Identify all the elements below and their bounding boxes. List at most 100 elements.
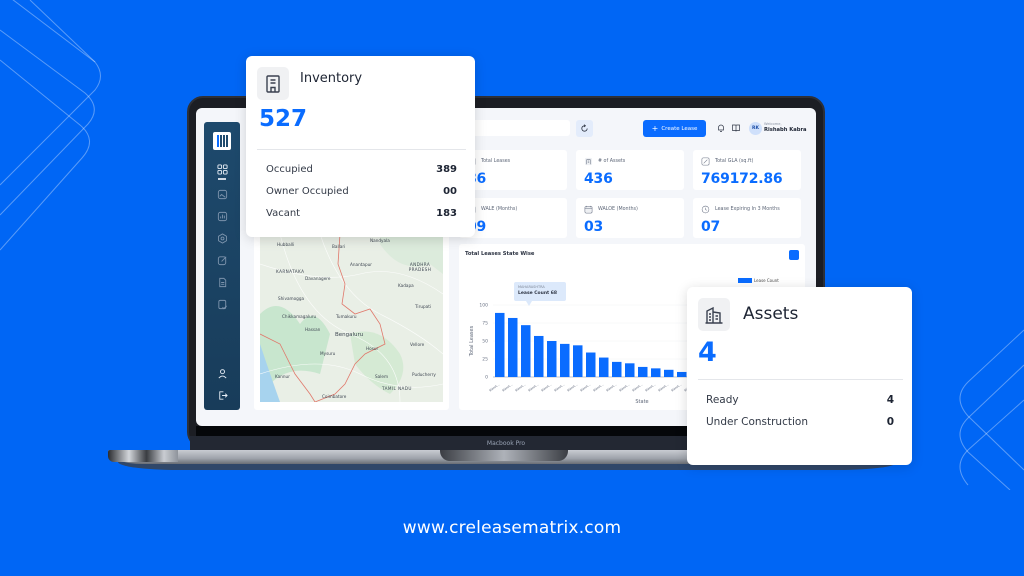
laptop-model-label: Macbook Pro [486, 439, 526, 447]
row-label: Occupied [266, 164, 313, 175]
row-label: Under Construction [706, 416, 808, 428]
assets-row-ready: Ready 4 [706, 394, 894, 406]
divider [698, 379, 903, 380]
kpi-total-leases[interactable]: Total Leases 86 [459, 150, 567, 190]
x-tick-label: MAHA... [514, 383, 526, 393]
map-label: Hassan [305, 327, 321, 332]
kpi-assets[interactable]: # of Assets 436 [576, 150, 684, 190]
chart-tooltip: MAHARASHTRA Lease Count 68 [514, 282, 566, 306]
book-icon[interactable] [731, 123, 741, 133]
map-label: Kannur [275, 374, 290, 379]
y-tick-label: 25 [482, 357, 488, 363]
edit-icon[interactable] [215, 254, 229, 268]
document-icon[interactable] [215, 276, 229, 290]
map-label: Davanagere [305, 276, 331, 281]
kpi-value: 07 [701, 219, 721, 235]
image-icon[interactable] [215, 188, 229, 202]
x-tick-label: MAHA... [670, 383, 682, 393]
kpi-wale[interactable]: WALE (Months) 09 [459, 198, 567, 238]
x-tick-label: MAHA... [527, 383, 539, 393]
office-building-icon [698, 298, 730, 331]
app-logo[interactable] [213, 132, 231, 150]
kpi-label: # of Assets [598, 159, 626, 164]
bar [651, 368, 661, 377]
row-value: 0 [886, 416, 894, 428]
x-tick-label: MAHA... [579, 383, 591, 393]
refresh-button[interactable] [576, 120, 593, 137]
y-tick-label: 50 [482, 339, 488, 345]
map-label: Shivamogga [278, 296, 305, 301]
assets-total: 4 [698, 337, 717, 368]
map-label: Nandyala [370, 238, 390, 243]
kpi-value: 769172.86 [701, 171, 783, 187]
refresh-icon [581, 124, 588, 132]
laptop-notch [440, 450, 568, 461]
bell-icon[interactable] [716, 123, 726, 133]
building-icon [257, 67, 289, 100]
map-label: Ballari [332, 244, 346, 249]
row-label: Vacant [266, 208, 301, 219]
x-tick-label: MAHA... [553, 383, 565, 393]
decorative-lines-left [0, 0, 101, 251]
y-tick-label: 0 [485, 375, 488, 381]
kpi-waloe[interactable]: WALOE (Months) 03 [576, 198, 684, 238]
website-url[interactable]: www.creleasematrix.com [0, 518, 1024, 538]
divider [257, 149, 466, 150]
map-label: Anantapur [350, 262, 372, 267]
map-label: Hosur [366, 346, 379, 351]
user-icon[interactable] [215, 366, 229, 380]
bar-chart-icon[interactable] [215, 210, 229, 224]
map-label: Bengaluru [335, 332, 364, 338]
kpi-lease-expiring[interactable]: Lease Expiring In 3 Months 07 [693, 198, 801, 238]
map-label: KARNATAKA [276, 269, 305, 274]
bar [612, 361, 622, 377]
y-axis-title: Total Leases [469, 325, 475, 357]
map-label: Hubballi [277, 242, 295, 247]
map-label: Coimbatore [322, 394, 347, 399]
row-value: 183 [436, 208, 457, 219]
kpi-label: Total Leases [481, 159, 511, 164]
report-icon[interactable] [215, 298, 229, 312]
x-tick-label: MAHA... [631, 383, 643, 393]
building-icon [584, 157, 593, 166]
map-label: TAMIL NADU [382, 386, 412, 391]
laptop-base-edge [108, 450, 178, 462]
logout-icon[interactable] [215, 388, 229, 402]
assets-card[interactable]: Assets 4 Ready 4 Under Construction 0 [687, 287, 912, 465]
sidebar [204, 122, 240, 410]
map-label: Mysuru [320, 351, 336, 356]
x-tick-label: MAHA... [501, 383, 513, 393]
kpi-label: WALOE (Months) [598, 207, 638, 212]
row-value: 4 [886, 394, 894, 406]
bar [677, 371, 687, 377]
bar [573, 345, 583, 377]
inventory-row-owner-occupied: Owner Occupied 00 [266, 186, 457, 197]
create-lease-label: Create Lease [661, 125, 698, 132]
inventory-total: 527 [259, 106, 308, 132]
map-label: Puducherry [412, 372, 436, 377]
bar [599, 357, 609, 377]
row-value: 00 [443, 186, 457, 197]
map-label: Tumakuru [336, 314, 357, 319]
kpi-value: 03 [584, 219, 604, 235]
user-name: Rishabh Kabra [764, 127, 807, 133]
x-tick-label: MAHA... [566, 383, 578, 393]
assets-title: Assets [743, 304, 799, 324]
dashboard-icon[interactable] [215, 162, 229, 176]
map-label: Vellore [410, 342, 425, 347]
avatar[interactable]: RK [749, 122, 762, 135]
kpi-total-gla[interactable]: Total GLA (sq.ft) 769172.86 [693, 150, 801, 190]
area-icon [701, 157, 710, 166]
inventory-card[interactable]: Inventory 527 Occupied 389 Owner Occupie… [246, 56, 475, 237]
bar [508, 317, 518, 377]
settings-icon[interactable] [215, 232, 229, 246]
x-tick-label: MAHA... [540, 383, 552, 393]
y-tick-label: 75 [482, 321, 488, 327]
map-label: ANDHRA PRADESH [408, 262, 432, 272]
row-label: Ready [706, 394, 739, 406]
create-lease-button[interactable]: + Create Lease [643, 120, 706, 137]
bar [534, 335, 544, 377]
bar [521, 325, 531, 377]
welcome-label: Welcome, [764, 122, 782, 126]
kpi-label: Total GLA (sq.ft) [715, 159, 754, 164]
